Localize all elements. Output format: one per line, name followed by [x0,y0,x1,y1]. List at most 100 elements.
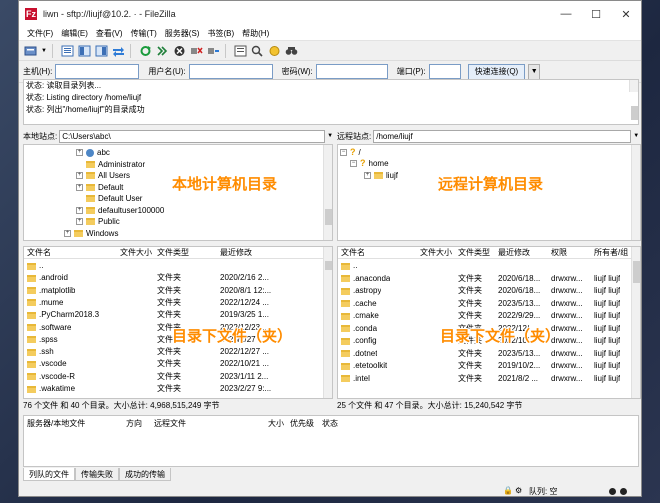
local-tree-annotation: 本地计算机目录 [172,176,278,193]
table-row[interactable]: .cache 文件夹 2023/5/13... drwxrw... liujf liuj… [338,298,640,310]
file-permissions: drwxrw... [551,361,583,370]
sync-browse-icon[interactable] [267,43,282,58]
column-owner[interactable]: 所有者/组 [594,247,628,259]
column-filetype[interactable]: 文件类型 [458,247,490,259]
table-row[interactable]: .PyCharm2018.3 文件夹 2019/3/25 1... [24,309,332,321]
tree-item[interactable]: + defaultuser100000 [76,205,164,216]
queue-column-remote[interactable]: 远程文件 [154,418,186,429]
log-scrollbar[interactable] [629,80,638,120]
column-permissions[interactable]: 权限 [551,247,567,259]
process-queue-icon[interactable] [155,43,170,58]
local-list-scrollbar[interactable] [323,247,332,398]
file-permissions: drwxrw... [551,373,583,383]
dropdown-icon[interactable]: ▼ [40,43,48,58]
cancel-icon[interactable] [172,43,187,58]
reconnect-icon[interactable] [206,43,221,58]
toggle-remote-tree-icon[interactable] [94,43,109,58]
username-input[interactable] [188,64,273,79]
remote-list-scrollbar[interactable] [631,247,640,398]
maximize-button[interactable]: ☐ [581,1,611,27]
close-button[interactable]: ✕ [611,1,641,27]
tree-item[interactable]: + liujf [364,170,398,181]
table-row[interactable]: .android 文件夹 2020/2/16 2... [24,272,332,284]
table-row[interactable]: .cmake 文件夹 2022/9/29... drwxrw... liujf liuj… [338,310,640,322]
menu-server[interactable]: 服务器(S) [161,28,204,39]
local-path-dropdown[interactable]: ▼ [327,133,333,139]
folder-icon [374,172,383,179]
quickconnect-dropdown[interactable]: ▼ [528,63,541,80]
filter-icon[interactable] [233,43,248,58]
menu-help[interactable]: 帮助(H) [238,28,273,39]
tab-successful-transfers[interactable]: 成功的传输 [119,468,171,481]
remote-path-dropdown[interactable]: ▼ [633,133,639,139]
file-name: .matplotlib [27,285,117,297]
toggle-local-tree-icon[interactable] [77,43,92,58]
column-filetype[interactable]: 文件类型 [157,247,189,259]
compare-icon[interactable] [250,43,265,58]
port-input[interactable] [428,64,461,79]
folder-icon [27,373,36,381]
file-permissions: drwxrw... [551,286,583,295]
toggle-queue-icon[interactable] [111,43,126,58]
table-row[interactable]: .matplotlib 文件夹 2020/8/1 12:... [24,285,332,297]
menu-file[interactable]: 文件(F) [23,28,57,39]
tab-queued-files[interactable]: 列队的文件 [23,468,75,481]
tree-item[interactable]: + Public [76,216,120,227]
queue-column-size[interactable]: 大小 [268,418,284,429]
table-row[interactable]: .. [338,260,640,272]
tree-item[interactable]: + Windows [64,228,118,239]
column-modified[interactable]: 最近修改 [498,247,530,259]
column-filename[interactable]: 文件名 [341,247,365,259]
table-row[interactable]: .ssh 文件夹 2022/12/27 ... [24,346,332,358]
column-filesize[interactable]: 文件大小 [120,247,152,259]
table-row[interactable]: .dotnet 文件夹 2023/5/13... drwxrw... liujf liu… [338,348,640,360]
table-row[interactable]: .wakatime 文件夹 2023/2/27 9:... [24,383,332,395]
tab-failed-transfers[interactable]: 传输失败 [75,468,119,481]
queue-column-priority[interactable]: 优先级 [290,418,314,429]
remote-tree-scrollbar[interactable] [631,145,640,240]
table-row[interactable]: .mume 文件夹 2022/12/24 ... [24,297,332,309]
file-modified: 2022/9/29... [498,311,541,320]
table-row[interactable]: .anaconda 文件夹 2020/6/18... drwxrw... liujf l… [338,273,640,285]
site-manager-icon[interactable] [23,43,38,58]
table-row[interactable]: .astropy 文件夹 2020/6/18... drwxrw... liujf li… [338,285,640,297]
tree-item[interactable]: Administrator [86,159,145,170]
toggle-log-icon[interactable] [60,43,75,58]
tree-item[interactable]: + Default [76,182,123,193]
remote-path-input[interactable]: /home/liujf [373,129,632,143]
tree-item[interactable]: + All Users [76,170,130,181]
table-row[interactable]: .etetoolkit 文件夹 2019/10/2... drwxrw... liujf… [338,360,640,372]
folder-icon [27,336,36,344]
quickconnect-button[interactable]: 快速连接(Q) [467,63,526,80]
file-name: .astropy [341,285,419,297]
menu-edit[interactable]: 编辑(E) [57,28,92,39]
remote-file-list: 文件名 文件大小 文件类型 最近修改 权限 所有者/组 .. .anaconda 文… [337,246,641,399]
search-icon[interactable] [284,43,299,58]
menu-view[interactable]: 查看(V) [92,28,127,39]
disconnect-icon[interactable] [189,43,204,58]
menu-bookmarks[interactable]: 书签(B) [203,28,238,39]
column-modified[interactable]: 最近修改 [220,247,252,259]
log-line: 状态: 读取目录列表... [26,81,102,90]
table-row[interactable]: .. [24,260,332,272]
tree-item[interactable]: + abc [76,147,110,158]
queue-column-server-local[interactable]: 服务器/本地文件 [27,418,85,429]
password-input[interactable] [315,64,388,79]
tree-item[interactable]: −? home [350,158,389,169]
table-row[interactable]: .intel 文件夹 2021/8/2 ... drwxrw... liujf liuj… [338,373,640,385]
table-row[interactable]: .vscode 文件夹 2022/10/21 ... [24,358,332,370]
remote-list-header: 文件名 文件大小 文件类型 最近修改 权限 所有者/组 [338,247,640,259]
queue-column-direction[interactable]: 方向 [126,418,142,429]
menu-transfer[interactable]: 传输(T) [127,28,161,39]
minimize-button[interactable]: — [551,1,581,27]
queue-column-status[interactable]: 状态 [322,418,338,429]
local-path-input[interactable]: C:\Users\abc\ [59,129,326,143]
host-input[interactable] [55,64,140,79]
table-row[interactable]: .vscode-R 文件夹 2023/1/11 2... [24,371,332,383]
tree-item[interactable]: −? / [340,147,361,158]
column-filename[interactable]: 文件名 [27,247,51,259]
refresh-icon[interactable] [138,43,153,58]
column-filesize[interactable]: 文件大小 [420,247,452,259]
local-tree-scrollbar[interactable] [323,145,332,240]
tree-item[interactable]: Default User [86,193,142,204]
